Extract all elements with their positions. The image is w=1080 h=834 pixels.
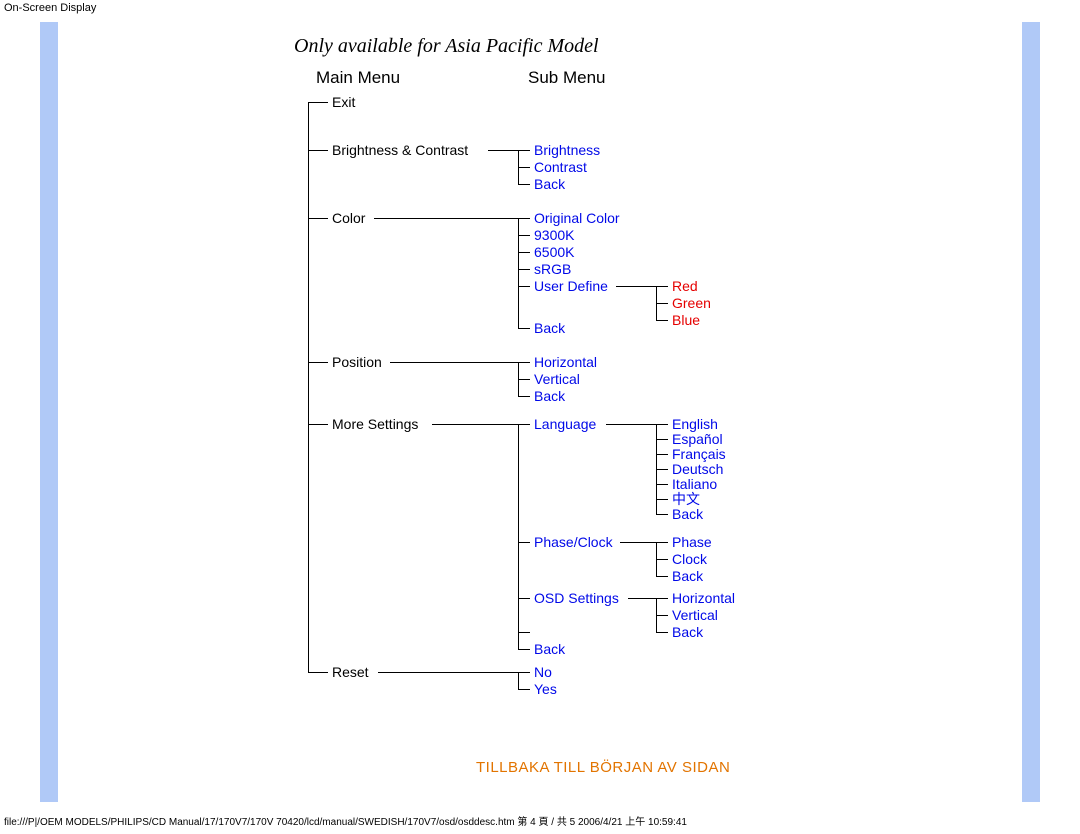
sub-more-language: Language: [534, 416, 596, 432]
sub-osd-vertical: Vertical: [672, 607, 718, 623]
main-menu-reset: Reset: [332, 664, 369, 680]
sub-color-userdefine: User Define: [534, 278, 608, 294]
subtitle: Only available for Asia Pacific Model: [294, 38, 599, 54]
sub-userdefine-red: Red: [672, 278, 698, 294]
sub-osd-horizontal: Horizontal: [672, 590, 735, 606]
sub-userdefine-green: Green: [672, 295, 711, 311]
sub-reset-no: No: [534, 664, 552, 680]
main-menu-exit: Exit: [332, 94, 355, 110]
sub-reset-yes: Yes: [534, 681, 557, 697]
sub-color-back: Back: [534, 320, 565, 336]
sub-phaseclock-back: Back: [672, 568, 703, 584]
sub-language-chinese: 中文: [672, 491, 700, 507]
sub-color-6500k: 6500K: [534, 244, 574, 260]
sub-phaseclock-clock: Clock: [672, 551, 707, 567]
main-menu-more-settings: More Settings: [332, 416, 418, 432]
sub-phaseclock-phase: Phase: [672, 534, 712, 550]
page-title: On-Screen Display: [0, 0, 1080, 14]
sub-language-espanol: Español: [672, 431, 723, 447]
main-menu-color: Color: [332, 210, 365, 226]
menu-tree: Only available for Asia Pacific Model Ma…: [58, 22, 1018, 802]
sub-language-back: Back: [672, 506, 703, 522]
sub-osd-back: Back: [672, 624, 703, 640]
sub-language-italiano: Italiano: [672, 476, 717, 492]
sub-position-horizontal: Horizontal: [534, 354, 597, 370]
sub-more-phaseclock: Phase/Clock: [534, 534, 613, 550]
page-frame: Only available for Asia Pacific Model Ma…: [40, 22, 1040, 802]
main-menu-position: Position: [332, 354, 382, 370]
sub-userdefine-blue: Blue: [672, 312, 700, 328]
sub-position-back: Back: [534, 388, 565, 404]
back-to-top-link[interactable]: TILLBAKA TILL BÖRJAN AV SIDAN: [476, 760, 730, 776]
column-header-main: Main Menu: [316, 70, 400, 86]
sub-color-srgb: sRGB: [534, 261, 571, 277]
sub-language-deutsch: Deutsch: [672, 461, 723, 477]
sub-brightness-brightness: Brightness: [534, 142, 600, 158]
sub-language-francais: Français: [672, 446, 726, 462]
main-menu-brightness-contrast: Brightness & Contrast: [332, 142, 468, 158]
sub-brightness-contrast: Contrast: [534, 159, 587, 175]
sub-color-original: Original Color: [534, 210, 620, 226]
sub-color-9300k: 9300K: [534, 227, 574, 243]
sub-brightness-back: Back: [534, 176, 565, 192]
sub-more-osdsettings: OSD Settings: [534, 590, 619, 606]
sub-position-vertical: Vertical: [534, 371, 580, 387]
sub-language-english: English: [672, 416, 718, 432]
page-footer: file:///P|/OEM MODELS/PHILIPS/CD Manual/…: [4, 813, 687, 828]
sub-more-back: Back: [534, 641, 565, 657]
column-header-sub: Sub Menu: [528, 70, 606, 86]
